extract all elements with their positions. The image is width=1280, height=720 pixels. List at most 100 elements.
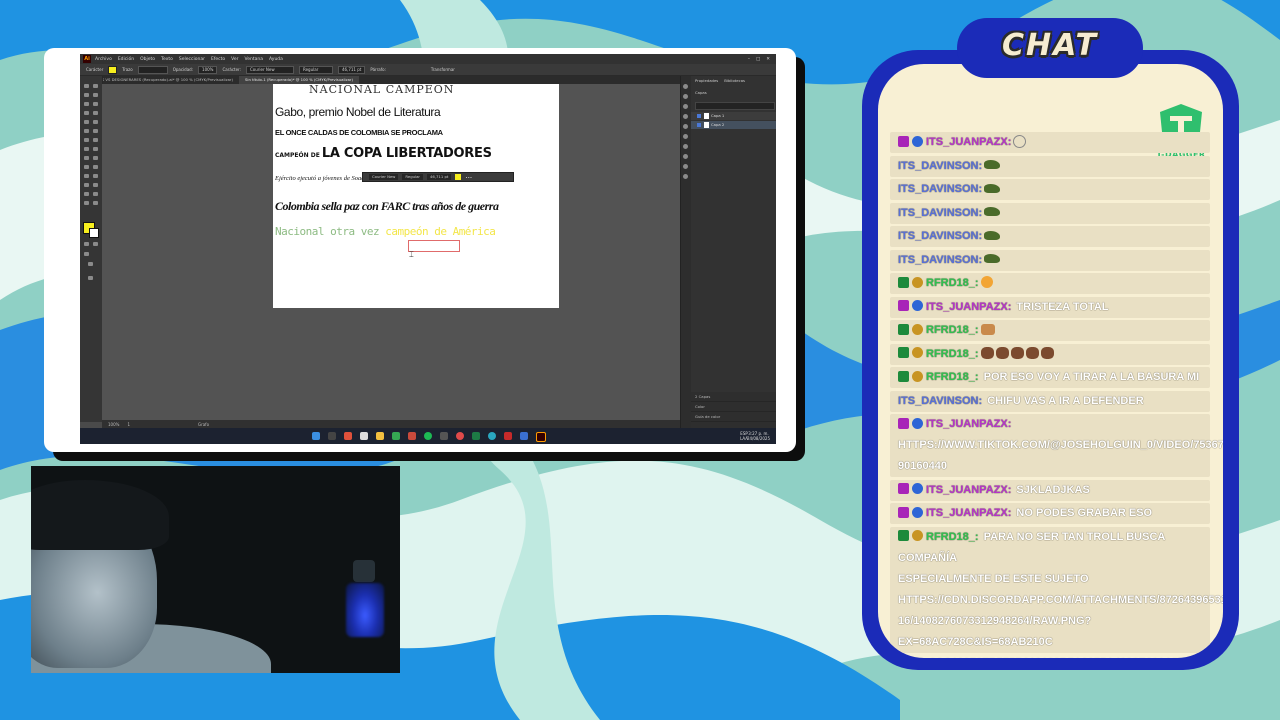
panel-icon-8[interactable]	[683, 154, 688, 159]
chat-username[interactable]: ITS_DAVINSON:	[898, 254, 982, 266]
chat-username[interactable]: ITS_DAVINSON:	[898, 160, 982, 172]
transform-button[interactable]: Transformar	[431, 67, 455, 72]
more-tools-icon[interactable]	[88, 276, 93, 280]
layers-panel-title[interactable]: Capas	[695, 90, 707, 95]
artboard-number[interactable]: 1	[127, 422, 130, 427]
free-transform-tool-icon[interactable]	[93, 147, 98, 151]
spotify-icon[interactable]	[424, 432, 432, 440]
pen-tool-icon[interactable]	[84, 102, 89, 106]
menu-archivo[interactable]: Archivo	[95, 57, 112, 62]
maximize-icon[interactable]: □	[756, 57, 760, 62]
eraser-tool-icon[interactable]	[93, 129, 98, 133]
chat-username[interactable]: RFRD18_:	[926, 371, 979, 383]
gradient-mode-icon[interactable]	[93, 242, 98, 246]
more-options-icon[interactable]: •••	[465, 175, 472, 180]
menu-objeto[interactable]: Objeto	[140, 57, 155, 62]
artboard-text-campeon[interactable]: NACIONAL CAMPEÓN	[309, 84, 454, 96]
panel-icon-4[interactable]	[683, 114, 688, 119]
app-icon-red[interactable]	[408, 432, 416, 440]
layers-search-input[interactable]	[695, 102, 775, 110]
artboard-text-libertadores[interactable]: CAMPEÓN DE LA COPA LIBERTADORES	[275, 146, 492, 161]
app-icon-red-2[interactable]	[504, 432, 512, 440]
layer-row-1[interactable]: Capa 1	[691, 112, 776, 120]
paintbrush-tool-icon[interactable]	[93, 120, 98, 124]
chat-username[interactable]: RFRD18_:	[926, 348, 979, 360]
chat-username[interactable]: ITS_JUANPAZX:	[926, 507, 1011, 519]
zoom-level[interactable]: 100%	[108, 422, 119, 427]
stroke-swatch[interactable]	[89, 228, 99, 238]
system-clock[interactable]: 3:27 p. m. 24/08/2025	[747, 431, 770, 441]
panel-icon-10[interactable]	[683, 174, 688, 179]
perspective-grid-tool-icon[interactable]	[93, 156, 98, 160]
magic-wand-tool-icon[interactable]	[84, 93, 89, 97]
app-icon-blue[interactable]	[520, 432, 528, 440]
search-icon[interactable]	[328, 432, 336, 440]
font-style-field[interactable]: Regular	[298, 65, 333, 74]
symbol-sprayer-tool-icon[interactable]	[84, 183, 89, 187]
eyedropper-tool-icon[interactable]	[84, 174, 89, 178]
slice-tool-icon[interactable]	[93, 192, 98, 196]
tab-document-2[interactable]: Sin título-1 (Recuperado)* @ 100 % (CMYK…	[238, 76, 359, 84]
float-color-swatch[interactable]	[455, 174, 462, 180]
panel-icon-7[interactable]	[683, 144, 688, 149]
tab-document-1[interactable]: ALCES VS DESIGNERARES (Recuperado).ai* @…	[86, 76, 239, 84]
shape-builder-tool-icon[interactable]	[84, 156, 89, 160]
app-icon-grey[interactable]	[440, 432, 448, 440]
font-size-field[interactable]: 46,711 pt	[337, 65, 366, 74]
canvas-area[interactable]: NACIONAL CAMPEÓN Gabo, premio Nobel de L…	[102, 84, 680, 420]
artboard-text-gabo[interactable]: Gabo, premio Nobel de Literatura	[275, 105, 441, 119]
chat-username[interactable]: ITS_DAVINSON:	[898, 230, 982, 242]
file-explorer-icon[interactable]	[376, 432, 384, 440]
layer-row-2[interactable]: Capa 2	[691, 121, 776, 129]
curvature-tool-icon[interactable]	[93, 102, 98, 106]
stroke-field[interactable]	[137, 65, 168, 74]
artboard-text-once-caldas[interactable]: EL ONCE CALDAS DE COLOMBIA SE PROCLAMA	[275, 128, 443, 137]
scale-tool-icon[interactable]	[93, 138, 98, 142]
panel-icon-5[interactable]	[683, 124, 688, 129]
font-family-field[interactable]: Courier New	[245, 65, 294, 74]
panel-icon-9[interactable]	[683, 164, 688, 169]
menu-texto[interactable]: Texto	[161, 57, 173, 62]
selection-tool-icon[interactable]	[84, 84, 89, 88]
float-style-field[interactable]: Regular	[402, 174, 423, 180]
tab-bibliotecas[interactable]: Bibliotecas	[724, 78, 745, 86]
chat-username[interactable]: RFRD18_:	[926, 324, 979, 336]
text-selection-box[interactable]	[408, 240, 460, 252]
line-tool-icon[interactable]	[93, 111, 98, 115]
screen-mode-icon[interactable]	[88, 262, 93, 266]
zoom-tool-icon[interactable]	[93, 201, 98, 205]
menu-ayuda[interactable]: Ayuda	[269, 57, 283, 62]
chat-username[interactable]: ITS_JUANPAZX:	[926, 136, 1011, 148]
color-guide-tab[interactable]: Guía de color	[691, 412, 776, 422]
chat-username[interactable]: RFRD18_:	[926, 531, 979, 543]
chat-username[interactable]: ITS_DAVINSON:	[898, 207, 982, 219]
pencil-tool-icon[interactable]	[84, 129, 89, 133]
chat-username[interactable]: ITS_JUANPAZX:	[926, 484, 1011, 496]
illustrator-taskbar-icon[interactable]	[536, 432, 546, 442]
excel-icon[interactable]	[472, 432, 480, 440]
menu-ventana[interactable]: Ventana	[245, 57, 263, 62]
direct-selection-tool-icon[interactable]	[93, 84, 98, 88]
fill-color-swatch[interactable]	[108, 65, 118, 74]
artboard-text-nacional[interactable]: Nacional otra vez campeón de América	[275, 225, 496, 238]
chat-username[interactable]: RFRD18_:	[926, 277, 979, 289]
store-icon[interactable]	[360, 432, 368, 440]
chat-username[interactable]: ITS_JUANPAZX:	[926, 418, 1011, 430]
chat-username[interactable]: ITS_DAVINSON:	[898, 395, 982, 407]
draw-mode-icon[interactable]	[84, 252, 89, 256]
close-icon[interactable]: ✕	[766, 57, 770, 62]
menu-efecto[interactable]: Efecto	[211, 57, 225, 62]
minimize-icon[interactable]: –	[748, 57, 750, 62]
lasso-tool-icon[interactable]	[93, 93, 98, 97]
gradient-tool-icon[interactable]	[93, 165, 98, 169]
float-size-field[interactable]: 46,711 pt	[426, 174, 452, 180]
blend-tool-icon[interactable]	[93, 174, 98, 178]
chrome-icon[interactable]	[392, 432, 400, 440]
float-font-field[interactable]: Courier New	[369, 174, 399, 180]
color-panel-tab[interactable]: Color	[691, 402, 776, 412]
panel-icon-6[interactable]	[683, 134, 688, 139]
obs-icon[interactable]	[456, 432, 464, 440]
type-tool-icon[interactable]	[84, 111, 89, 115]
rectangle-tool-icon[interactable]	[84, 120, 89, 124]
artboard[interactable]: NACIONAL CAMPEÓN Gabo, premio Nobel de L…	[273, 84, 559, 308]
